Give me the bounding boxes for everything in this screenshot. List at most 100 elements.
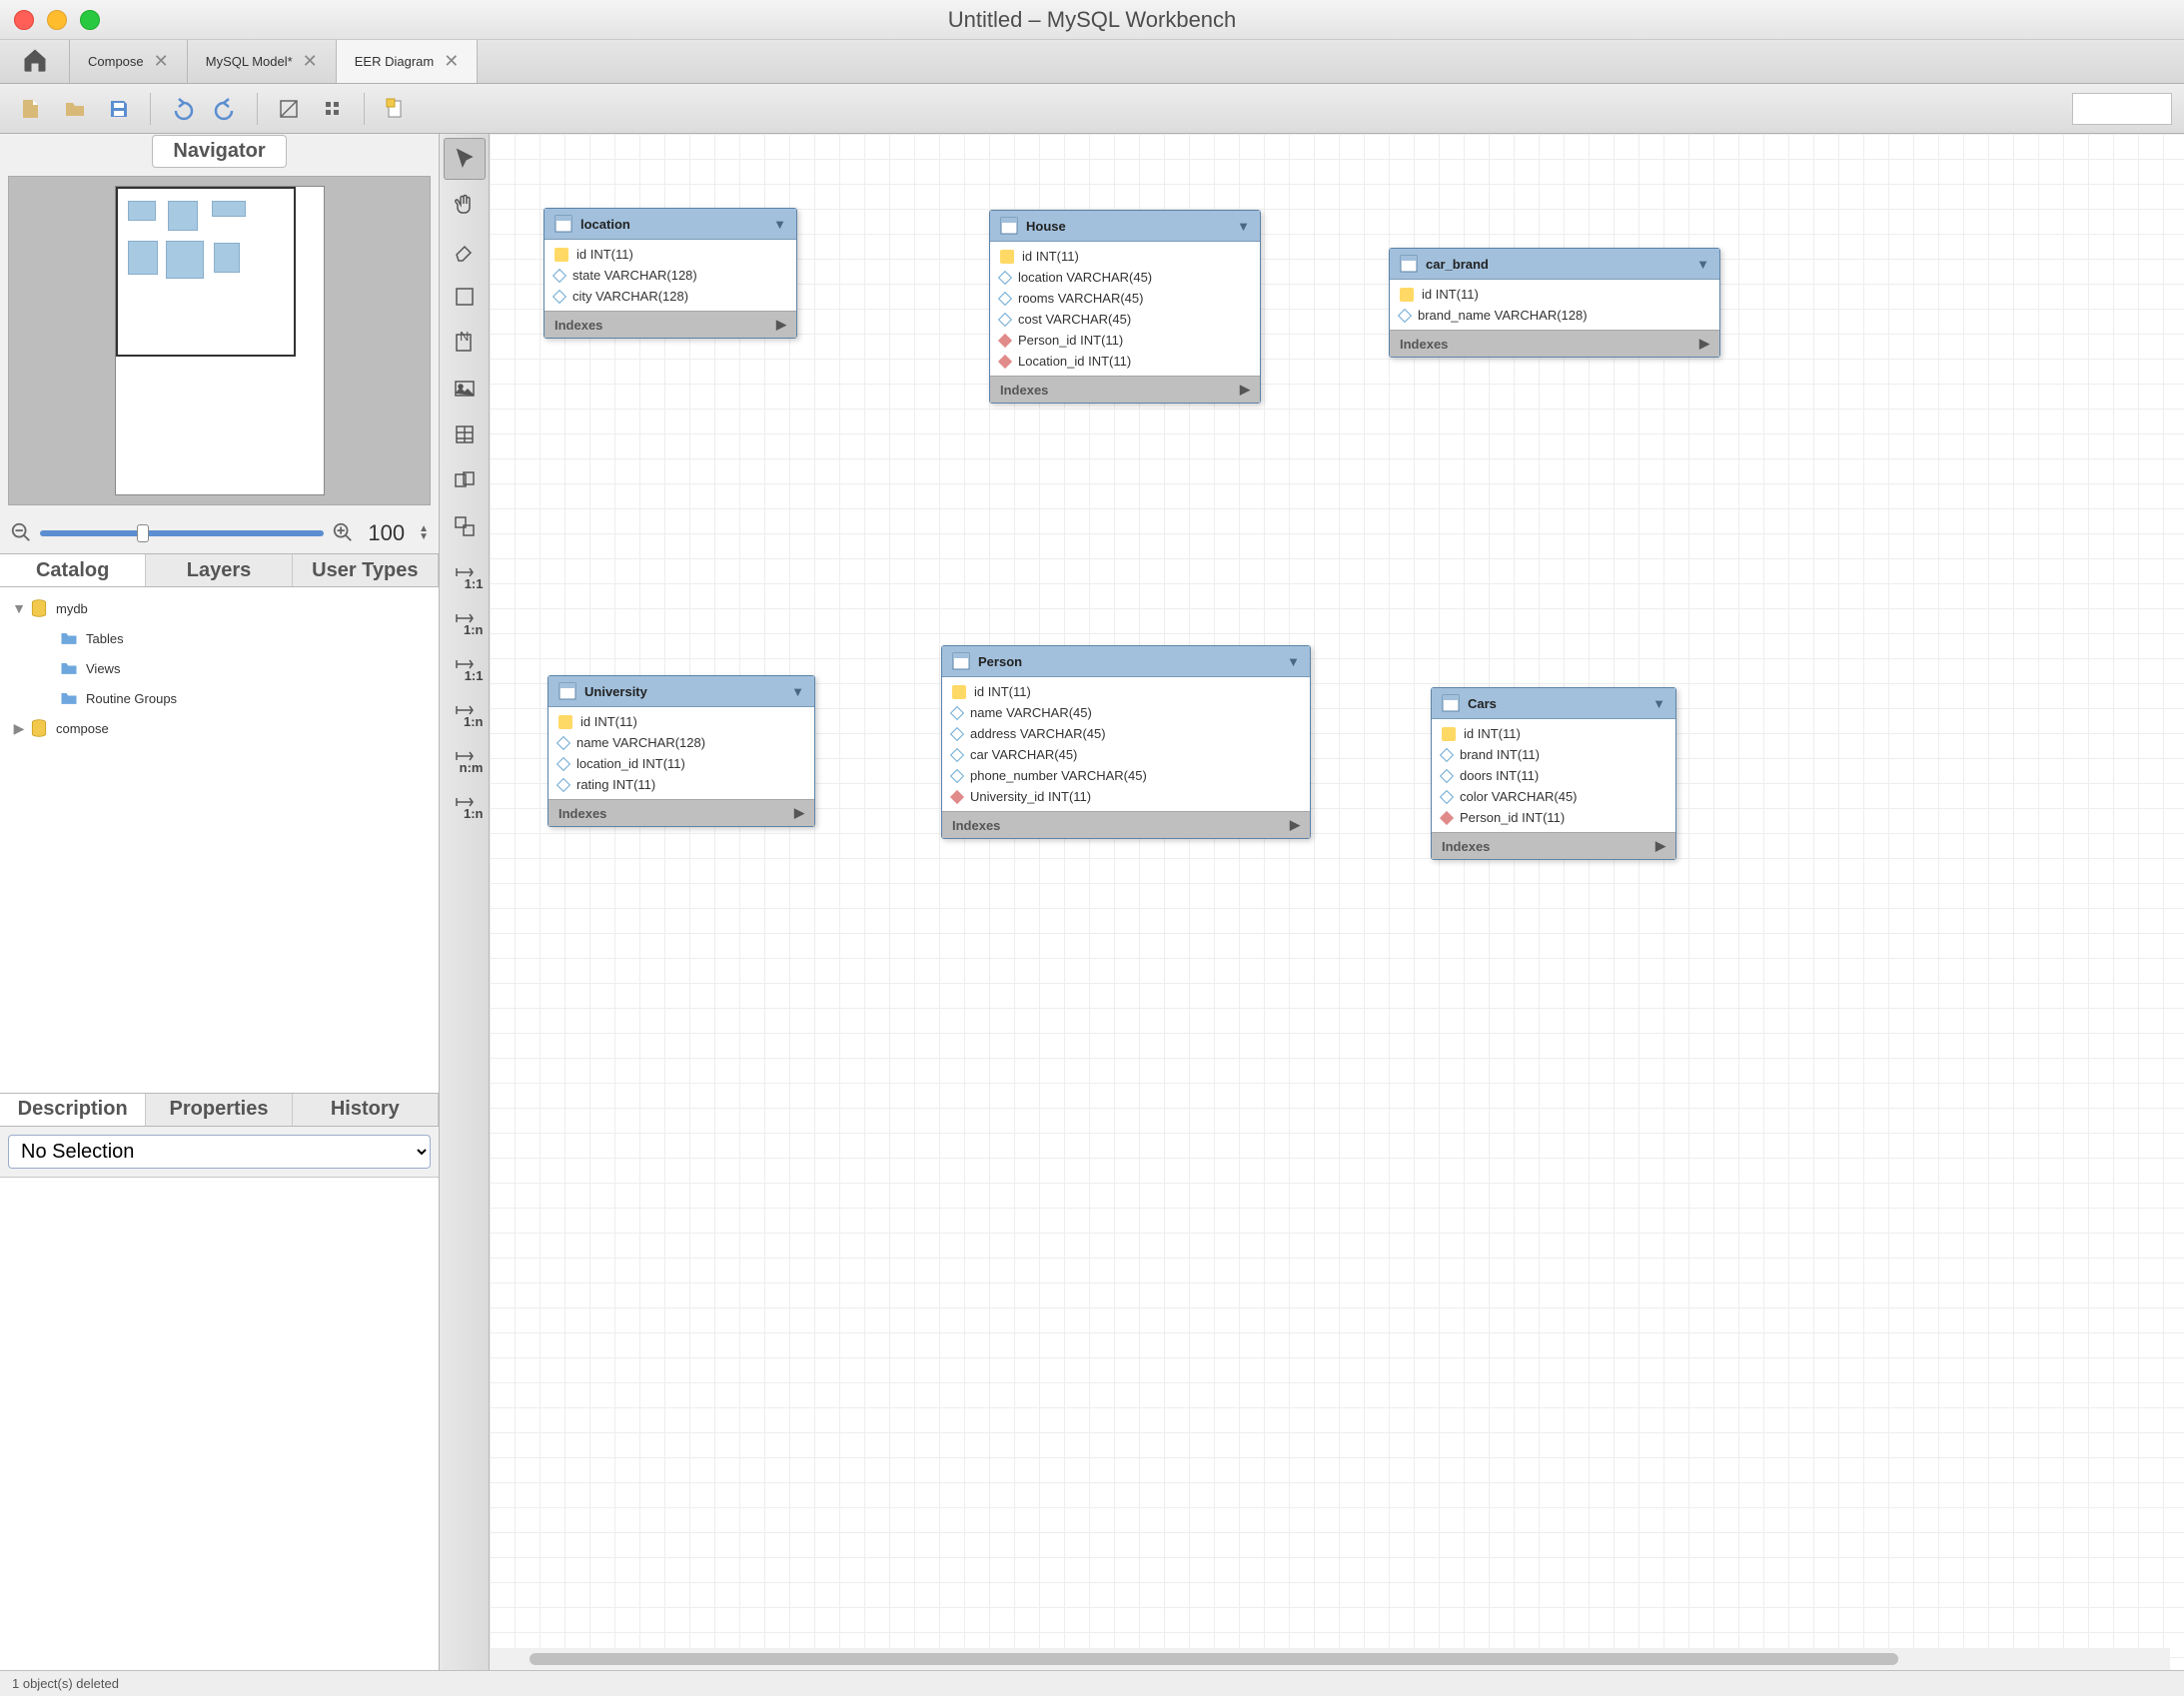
collapse-icon[interactable]: ▼: [1287, 654, 1300, 669]
collapse-icon[interactable]: ▼: [791, 684, 804, 699]
collapse-icon[interactable]: ▼: [1237, 219, 1250, 234]
column-row[interactable]: doors INT(11): [1432, 765, 1675, 786]
save-button[interactable]: [100, 91, 138, 127]
entity-indexes[interactable]: Indexes▶: [548, 799, 814, 826]
window-close-button[interactable]: [14, 10, 34, 30]
column-row[interactable]: name VARCHAR(128): [548, 732, 814, 753]
column-row[interactable]: id INT(11): [1432, 723, 1675, 744]
undo-button[interactable]: [163, 91, 201, 127]
expand-icon[interactable]: ▶: [794, 805, 804, 821]
document-tab[interactable]: EER Diagram✕: [337, 40, 479, 83]
catalog-db-row[interactable]: ▼mydb: [4, 593, 435, 623]
hand-tool[interactable]: [444, 184, 486, 226]
zoom-out-icon[interactable]: [10, 521, 32, 546]
column-row[interactable]: name VARCHAR(45): [942, 702, 1310, 723]
eraser-tool[interactable]: [444, 230, 486, 272]
catalog-tab[interactable]: User Types: [293, 554, 439, 586]
entity-header[interactable]: House▼: [990, 211, 1260, 242]
toggle-grid-button[interactable]: [270, 91, 308, 127]
entity-header[interactable]: Cars▼: [1432, 688, 1675, 719]
rel-11-tool[interactable]: 1:1: [444, 551, 486, 593]
column-row[interactable]: Location_id INT(11): [990, 351, 1260, 372]
column-row[interactable]: location_id INT(11): [548, 753, 814, 774]
column-row[interactable]: brand INT(11): [1432, 744, 1675, 765]
toolbar-search-input[interactable]: [2072, 93, 2172, 125]
expand-icon[interactable]: ▶: [1655, 838, 1665, 854]
entity-location[interactable]: location▼id INT(11)state VARCHAR(128)cit…: [544, 208, 797, 339]
catalog-folder-row[interactable]: Routine Groups: [4, 683, 435, 713]
column-row[interactable]: phone_number VARCHAR(45): [942, 765, 1310, 786]
entity-indexes[interactable]: Indexes▶: [990, 376, 1260, 403]
catalog-db-row[interactable]: ▶compose: [4, 713, 435, 743]
column-row[interactable]: address VARCHAR(45): [942, 723, 1310, 744]
column-row[interactable]: id INT(11): [990, 246, 1260, 267]
redo-button[interactable]: [207, 91, 245, 127]
image-tool[interactable]: [444, 368, 486, 410]
zoom-slider[interactable]: [40, 530, 324, 536]
expand-icon[interactable]: ▶: [1699, 336, 1709, 352]
horizontal-scrollbar[interactable]: [490, 1648, 2170, 1670]
collapse-icon[interactable]: ▼: [1696, 257, 1709, 272]
rel-1nc-tool[interactable]: 1:n: [444, 781, 486, 823]
pointer-tool[interactable]: [444, 138, 486, 180]
table-tool[interactable]: [444, 414, 486, 455]
diagram-canvas[interactable]: location▼ id INT(11) state VARCHAR(128)cit…: [490, 134, 2184, 1670]
view-tool[interactable]: [444, 459, 486, 501]
entity-car_brand[interactable]: car_brand▼id INT(11)brand_name VARCHAR(1…: [1389, 248, 1720, 358]
open-file-button[interactable]: [56, 91, 94, 127]
rel-1nb-tool[interactable]: 1:n: [444, 689, 486, 731]
column-row[interactable]: id INT(11): [1390, 284, 1719, 305]
disclosure-icon[interactable]: ▶: [10, 720, 28, 737]
entity-cars[interactable]: Cars▼ id INT(11)brand INT(11)doors INT(11…: [1431, 687, 1676, 860]
collapse-icon[interactable]: ▼: [773, 217, 786, 232]
expand-icon[interactable]: ▶: [776, 317, 786, 333]
column-row[interactable]: id INT(11): [942, 681, 1310, 702]
home-tab[interactable]: [0, 40, 70, 83]
rel-nm-tool[interactable]: n:m: [444, 735, 486, 777]
disclosure-icon[interactable]: ▼: [10, 600, 28, 616]
column-row[interactable]: brand_name VARCHAR(128): [1390, 305, 1719, 326]
column-row[interactable]: cost VARCHAR(45): [990, 309, 1260, 330]
column-row[interactable]: car VARCHAR(45): [942, 744, 1310, 765]
column-row[interactable]: city VARCHAR(128): [545, 286, 796, 307]
description-tab[interactable]: Description: [0, 1094, 146, 1126]
column-row[interactable]: University_id INT(11): [942, 786, 1310, 807]
note-tool[interactable]: N: [444, 322, 486, 364]
collapse-icon[interactable]: ▼: [1652, 696, 1665, 711]
entity-house[interactable]: House▼ id INT(11)location VARCHAR(45)room…: [989, 210, 1261, 404]
new-file-button[interactable]: [12, 91, 50, 127]
description-tab[interactable]: History: [293, 1094, 439, 1126]
entity-indexes[interactable]: Indexes▶: [1390, 330, 1719, 357]
column-row[interactable]: Person_id INT(11): [1432, 807, 1675, 828]
window-zoom-button[interactable]: [80, 10, 100, 30]
document-tab[interactable]: Compose✕: [70, 40, 188, 83]
catalog-folder-row[interactable]: Tables: [4, 623, 435, 653]
entity-indexes[interactable]: Indexes▶: [1432, 832, 1675, 859]
entity-indexes[interactable]: Indexes▶: [545, 311, 796, 338]
close-icon[interactable]: ✕: [444, 51, 459, 72]
column-row[interactable]: rating INT(11): [548, 774, 814, 795]
entity-person[interactable]: Person▼ id INT(11)name VARCHAR(45)address…: [941, 645, 1311, 839]
entity-indexes[interactable]: Indexes▶: [942, 811, 1310, 838]
new-document-button[interactable]: [377, 91, 415, 127]
align-grid-button[interactable]: [314, 91, 352, 127]
column-row[interactable]: rooms VARCHAR(45): [990, 288, 1260, 309]
zoom-in-icon[interactable]: [332, 521, 354, 546]
zoom-stepper[interactable]: ▲▼: [419, 525, 429, 541]
document-tab[interactable]: MySQL Model*✕: [188, 40, 337, 83]
bird-eye-view[interactable]: [8, 176, 431, 505]
catalog-folder-row[interactable]: Views: [4, 653, 435, 683]
rel-11b-tool[interactable]: 1:1: [444, 643, 486, 685]
column-row[interactable]: id INT(11): [548, 711, 814, 732]
entity-header[interactable]: location▼: [545, 209, 796, 240]
column-row[interactable]: Person_id INT(11): [990, 330, 1260, 351]
entity-header[interactable]: car_brand▼: [1390, 249, 1719, 280]
close-icon[interactable]: ✕: [154, 51, 169, 72]
column-row[interactable]: state VARCHAR(128): [545, 265, 796, 286]
entity-university[interactable]: University▼id INT(11)name VARCHAR(128)lo…: [547, 675, 815, 827]
entity-header[interactable]: Person▼: [942, 646, 1310, 677]
column-row[interactable]: location VARCHAR(45): [990, 267, 1260, 288]
expand-icon[interactable]: ▶: [1290, 817, 1300, 833]
expand-icon[interactable]: ▶: [1240, 382, 1250, 398]
description-tab[interactable]: Properties: [146, 1094, 292, 1126]
